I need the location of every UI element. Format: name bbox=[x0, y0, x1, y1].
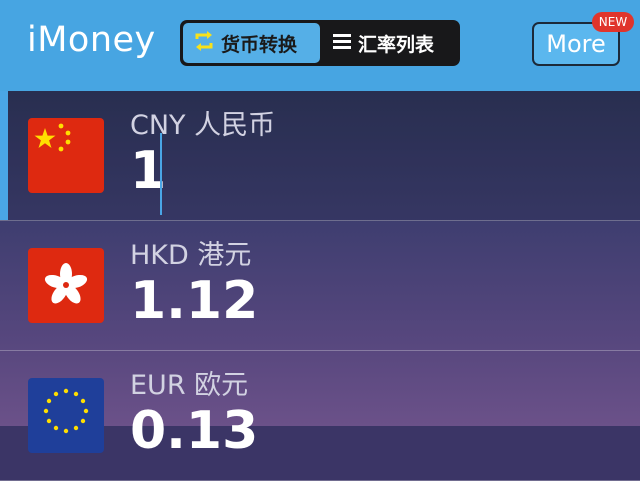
swap-icon bbox=[193, 30, 215, 57]
hong-kong-flag-icon bbox=[28, 248, 104, 323]
currency-amount[interactable]: 0.13 bbox=[130, 401, 258, 461]
tab-label: 汇率列表 bbox=[358, 33, 435, 56]
text-caret bbox=[160, 133, 162, 215]
new-badge: NEW bbox=[592, 12, 634, 32]
currency-row-hkd[interactable]: HKD 港元 1.12 bbox=[0, 221, 640, 351]
currency-label: HKD 港元 bbox=[130, 240, 252, 271]
currency-row-eur[interactable]: EUR 欧元 0.13 bbox=[0, 351, 640, 481]
china-flag-icon bbox=[28, 118, 104, 193]
currency-list: CNY 人民币 1 HKD 港元 1.12 EUR 欧元 0.13 bbox=[0, 91, 640, 481]
top-bar: iMoney 货币转换 汇率列表 More NEW bbox=[0, 0, 640, 91]
currency-label: EUR 欧元 bbox=[130, 370, 249, 401]
tab-switcher: 货币转换 汇率列表 bbox=[180, 20, 460, 66]
active-row-indicator bbox=[0, 91, 8, 220]
eu-flag-icon bbox=[28, 378, 104, 453]
currency-row-cny[interactable]: CNY 人民币 1 bbox=[0, 91, 640, 221]
app-title: iMoney bbox=[27, 20, 156, 60]
currency-amount[interactable]: 1.12 bbox=[130, 271, 258, 331]
tab-currency-convert[interactable]: 货币转换 bbox=[183, 23, 320, 63]
currency-label: CNY 人民币 bbox=[130, 110, 276, 141]
list-icon bbox=[332, 31, 352, 56]
tab-rate-list[interactable]: 汇率列表 bbox=[326, 23, 458, 63]
tab-label: 货币转换 bbox=[221, 33, 298, 56]
